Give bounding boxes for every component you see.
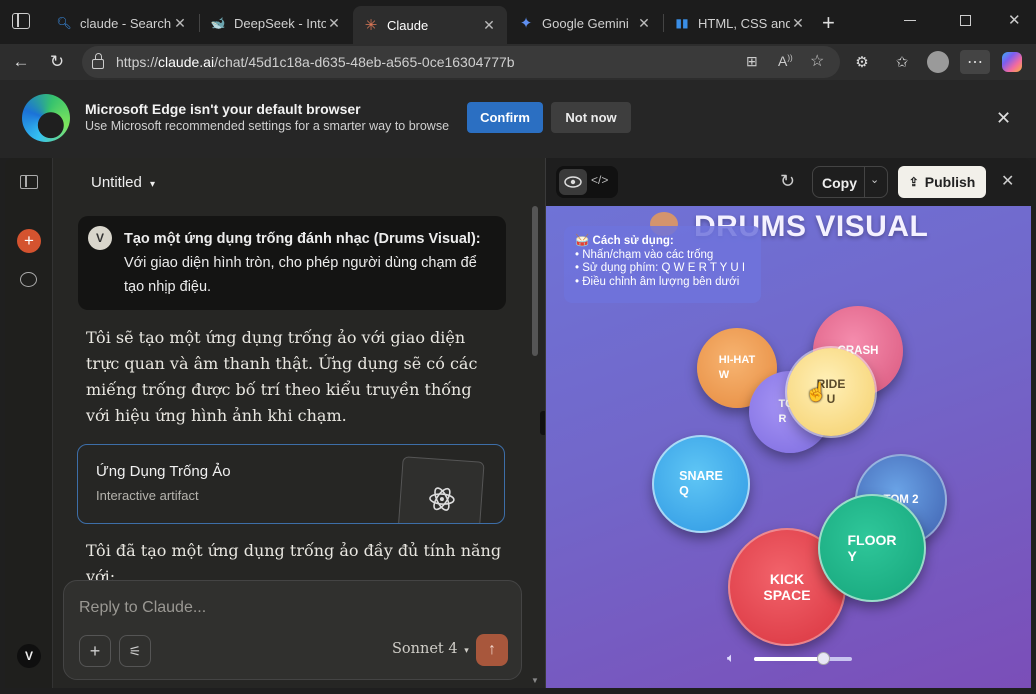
extensions-icon[interactable]: ⚙ bbox=[850, 50, 874, 74]
artifact-card-title: Ứng Dụng Trống Ảo bbox=[96, 463, 231, 480]
reply-composer[interactable]: Reply to Claude... + ⚟ Sonnet 4 ▾ ↑ bbox=[63, 580, 522, 680]
tab-strip: 🔍︎ claude - Search ✕ 🐋 DeepSeek - Into t… bbox=[0, 0, 1036, 44]
view-toggle: </> bbox=[556, 166, 618, 198]
speaker-icon: 🔈︎ bbox=[727, 650, 735, 665]
volume-fill bbox=[754, 657, 823, 661]
favorite-star-icon[interactable]: ☆ bbox=[810, 51, 824, 71]
not-now-button[interactable]: Not now bbox=[551, 102, 631, 133]
chat-scrollbar[interactable] bbox=[532, 206, 538, 356]
minimize-button[interactable] bbox=[904, 20, 916, 21]
tab-html-css[interactable]: ▮▮ HTML, CSS and Ja ✕ bbox=[664, 6, 816, 40]
lock-icon[interactable] bbox=[92, 59, 104, 69]
address-bar[interactable]: https://claude.ai/chat/45d1c18a-d635-48e… bbox=[82, 46, 840, 78]
gemini-icon: ✦ bbox=[519, 15, 533, 32]
drum-ride[interactable]: RIDE U bbox=[787, 348, 875, 436]
assistant-reply-1: Tôi sẽ tạo một ứng dụng trống ảo với gia… bbox=[86, 328, 478, 425]
chevron-down-icon: ▾ bbox=[150, 179, 156, 190]
edge-logo-icon bbox=[22, 94, 70, 142]
copilot-icon[interactable] bbox=[1000, 50, 1024, 74]
close-window-button[interactable]: ✕ bbox=[1008, 11, 1021, 29]
artifact-thumbnail bbox=[397, 456, 485, 523]
account-avatar[interactable]: V bbox=[17, 644, 41, 668]
close-tab-icon[interactable]: ✕ bbox=[790, 15, 806, 32]
tab-search[interactable]: 🔍︎ claude - Search ✕ bbox=[46, 6, 198, 40]
search-icon: 🔍︎ bbox=[56, 16, 72, 30]
claude-icon: ✳ bbox=[364, 17, 378, 34]
tab-claude[interactable]: ✳ Claude ✕ bbox=[353, 6, 507, 44]
copy-button[interactable]: Copy bbox=[822, 175, 857, 191]
volume-slider[interactable] bbox=[754, 652, 852, 665]
user-avatar: V bbox=[88, 226, 112, 250]
help-line: • Điều chỉnh âm lượng bên dưới bbox=[575, 275, 740, 288]
artifact-card[interactable]: Ứng Dụng Trống Ảo Interactive artifact bbox=[77, 444, 505, 524]
new-tab-button[interactable]: + bbox=[822, 10, 835, 36]
settings-more-icon[interactable]: ⋯ bbox=[960, 50, 990, 74]
code-view-icon[interactable]: </> bbox=[591, 173, 608, 187]
claude-app: + V Untitled ▾ V Tạo một ứng dụng trống … bbox=[5, 158, 1031, 688]
close-tab-icon[interactable]: ✕ bbox=[481, 17, 497, 34]
address-bar-row: ← ↻ https://claude.ai/chat/45d1c18a-d635… bbox=[0, 44, 1036, 80]
close-artifact-icon[interactable]: ✕ bbox=[1001, 171, 1014, 191]
chat-title-dropdown[interactable]: Untitled ▾ bbox=[91, 174, 155, 191]
add-attachment-button[interactable]: + bbox=[79, 635, 111, 667]
sidebar-toggle-icon[interactable] bbox=[20, 175, 38, 189]
artifact-preview: DRUMS VISUAL 🥁 Cách sử dụng: • Nhấn/chạm… bbox=[546, 206, 1031, 688]
refresh-button[interactable]: ↻ bbox=[45, 50, 69, 74]
scroll-down-arrow-icon[interactable]: ▼ bbox=[531, 676, 539, 685]
banner-title: Microsoft Edge isn't your default browse… bbox=[85, 101, 361, 117]
refresh-artifact-icon[interactable]: ↻ bbox=[780, 171, 795, 192]
user-message-text: Tạo một ứng dụng trống đánh nhạc (Drums … bbox=[124, 231, 481, 295]
new-chat-button[interactable]: + bbox=[17, 229, 41, 253]
volume-knob[interactable] bbox=[816, 652, 830, 665]
help-line: • Sử dụng phím: Q W E R T Y U I bbox=[575, 262, 746, 274]
banner-subtitle: Use Microsoft recommended settings for a… bbox=[85, 119, 450, 133]
tab-actions-icon[interactable] bbox=[12, 13, 30, 29]
url-text: https://claude.ai/chat/45d1c18a-d635-48e… bbox=[116, 54, 515, 70]
model-selector[interactable]: Sonnet 4 ▾ bbox=[392, 641, 469, 657]
default-browser-banner: Microsoft Edge isn't your default browse… bbox=[0, 80, 1036, 158]
chat-title: Untitled bbox=[91, 174, 142, 191]
chat-column: Untitled ▾ V Tạo một ứng dụng trống đánh… bbox=[54, 158, 544, 688]
chevron-down-icon[interactable]: ⌄ bbox=[870, 173, 879, 186]
drum-snare[interactable]: SNARE Q bbox=[652, 435, 750, 533]
maximize-button[interactable] bbox=[960, 15, 971, 26]
help-line: • Nhấn/chạm vào các trống bbox=[575, 248, 714, 261]
close-tab-icon[interactable]: ✕ bbox=[636, 15, 652, 32]
copy-button-group: Copy ⌄ bbox=[812, 166, 888, 198]
close-banner-icon[interactable]: ✕ bbox=[996, 108, 1011, 129]
drum-floor[interactable]: FLOOR Y bbox=[818, 494, 926, 602]
chats-icon[interactable] bbox=[20, 272, 37, 287]
user-message: V Tạo một ứng dụng trống đánh nhạc (Drum… bbox=[78, 216, 506, 310]
share-icon: ⇪ bbox=[908, 175, 919, 189]
reply-input[interactable]: Reply to Claude... bbox=[79, 599, 206, 617]
left-rail: + V bbox=[5, 158, 53, 688]
preview-eye-icon[interactable] bbox=[559, 169, 587, 195]
favorites-icon[interactable]: ✩ bbox=[890, 50, 914, 74]
drum-icon: 🥁 bbox=[575, 235, 590, 247]
confirm-button[interactable]: Confirm bbox=[467, 102, 543, 133]
deepseek-icon: 🐋 bbox=[210, 16, 226, 30]
profile-avatar[interactable] bbox=[926, 50, 950, 74]
apps-icon[interactable]: ⊞ bbox=[746, 53, 758, 70]
atom-icon bbox=[429, 487, 455, 511]
send-button[interactable]: ↑ bbox=[476, 634, 508, 666]
publish-button[interactable]: ⇪ Publish bbox=[898, 166, 986, 198]
read-aloud-icon[interactable]: A)) bbox=[778, 53, 793, 69]
tab-deepseek[interactable]: 🐋 DeepSeek - Into t ✕ bbox=[200, 6, 352, 40]
back-button[interactable]: ← bbox=[9, 50, 33, 74]
chevron-down-icon: ▾ bbox=[464, 646, 469, 656]
chart-icon: ▮▮ bbox=[675, 16, 689, 30]
artifact-card-subtitle: Interactive artifact bbox=[96, 488, 199, 503]
tab-gemini[interactable]: ✦ Google Gemini ✕ bbox=[508, 6, 662, 40]
close-tab-icon[interactable]: ✕ bbox=[326, 15, 342, 32]
tools-settings-button[interactable]: ⚟ bbox=[119, 635, 151, 667]
close-tab-icon[interactable]: ✕ bbox=[172, 15, 188, 32]
pointer-cursor-icon: ☝ bbox=[805, 382, 828, 402]
usage-help-box: 🥁 Cách sử dụng: • Nhấn/chạm vào các trốn… bbox=[564, 226, 761, 303]
artifact-pane: </> ↻ Copy ⌄ ⇪ Publish ✕ DRUMS VISUAL 🥁 C… bbox=[545, 158, 1031, 688]
